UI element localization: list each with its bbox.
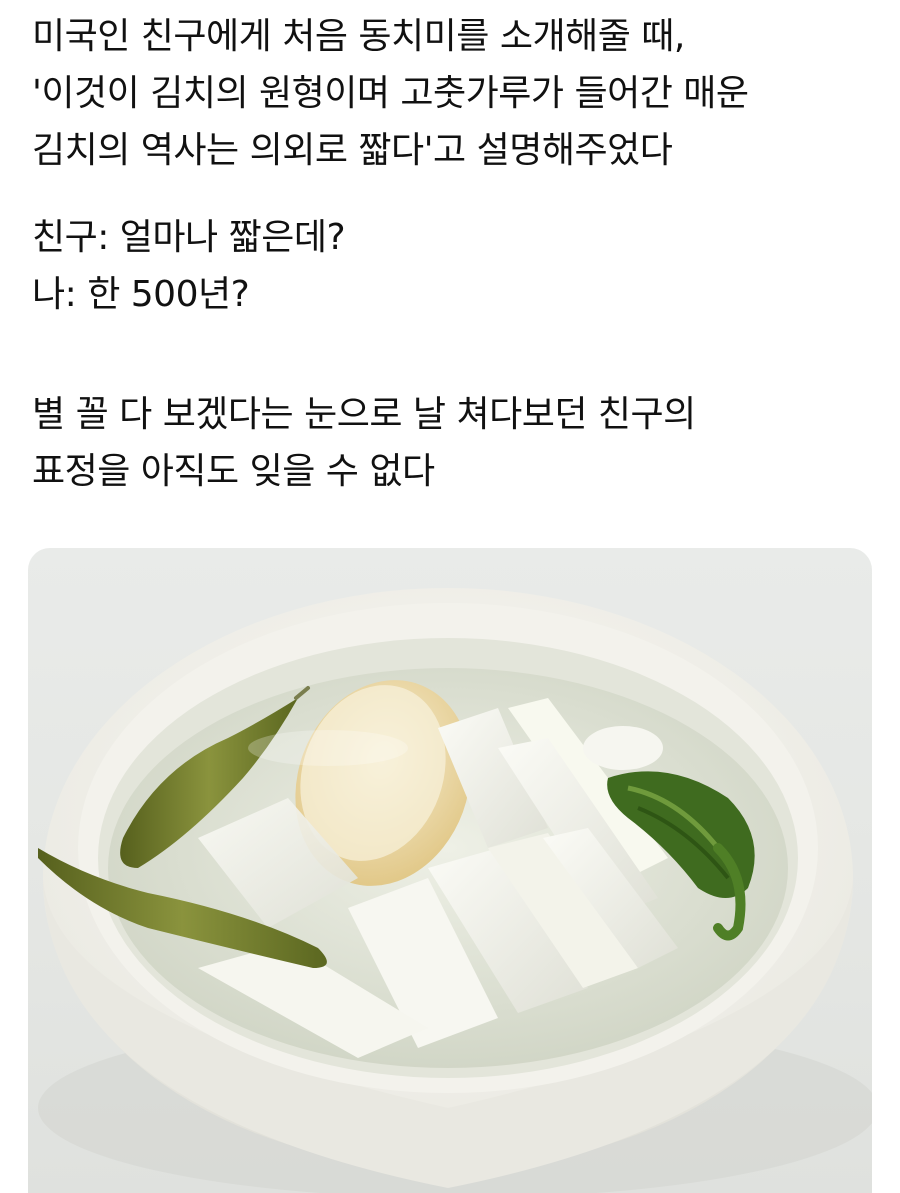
post-text-line: '이것이 김치의 원형이며 고춧가루가 들어간 매운 — [32, 73, 749, 114]
post-paragraph-ending: 별 꼴 다 보겠다는 눈으로 날 쳐다보던 친구의 표정을 아직도 잊을 수 없… — [32, 386, 696, 500]
post-text-line: 표정을 아직도 잊을 수 없다 — [32, 451, 435, 492]
post-text-line: 나: 한 500년? — [32, 274, 250, 315]
post-text-line: 미국인 친구에게 처음 동치미를 소개해줄 때, — [32, 16, 685, 57]
post-text-line: 친구: 얼마나 짧은데? — [32, 217, 346, 258]
dongchimi-photo — [28, 548, 872, 1193]
post-text-line: 별 꼴 다 보겠다는 눈으로 날 쳐다보던 친구의 — [32, 394, 696, 435]
radish-piece — [583, 726, 663, 770]
post-paragraph-intro: 미국인 친구에게 처음 동치미를 소개해줄 때, '이것이 김치의 원형이며 고… — [32, 8, 749, 179]
post-text-line: 김치의 역사는 의외로 짧다'고 설명해주었다 — [32, 130, 673, 171]
post-paragraph-dialogue: 친구: 얼마나 짧은데? 나: 한 500년? — [32, 209, 346, 323]
dongchimi-illustration — [38, 588, 872, 1193]
